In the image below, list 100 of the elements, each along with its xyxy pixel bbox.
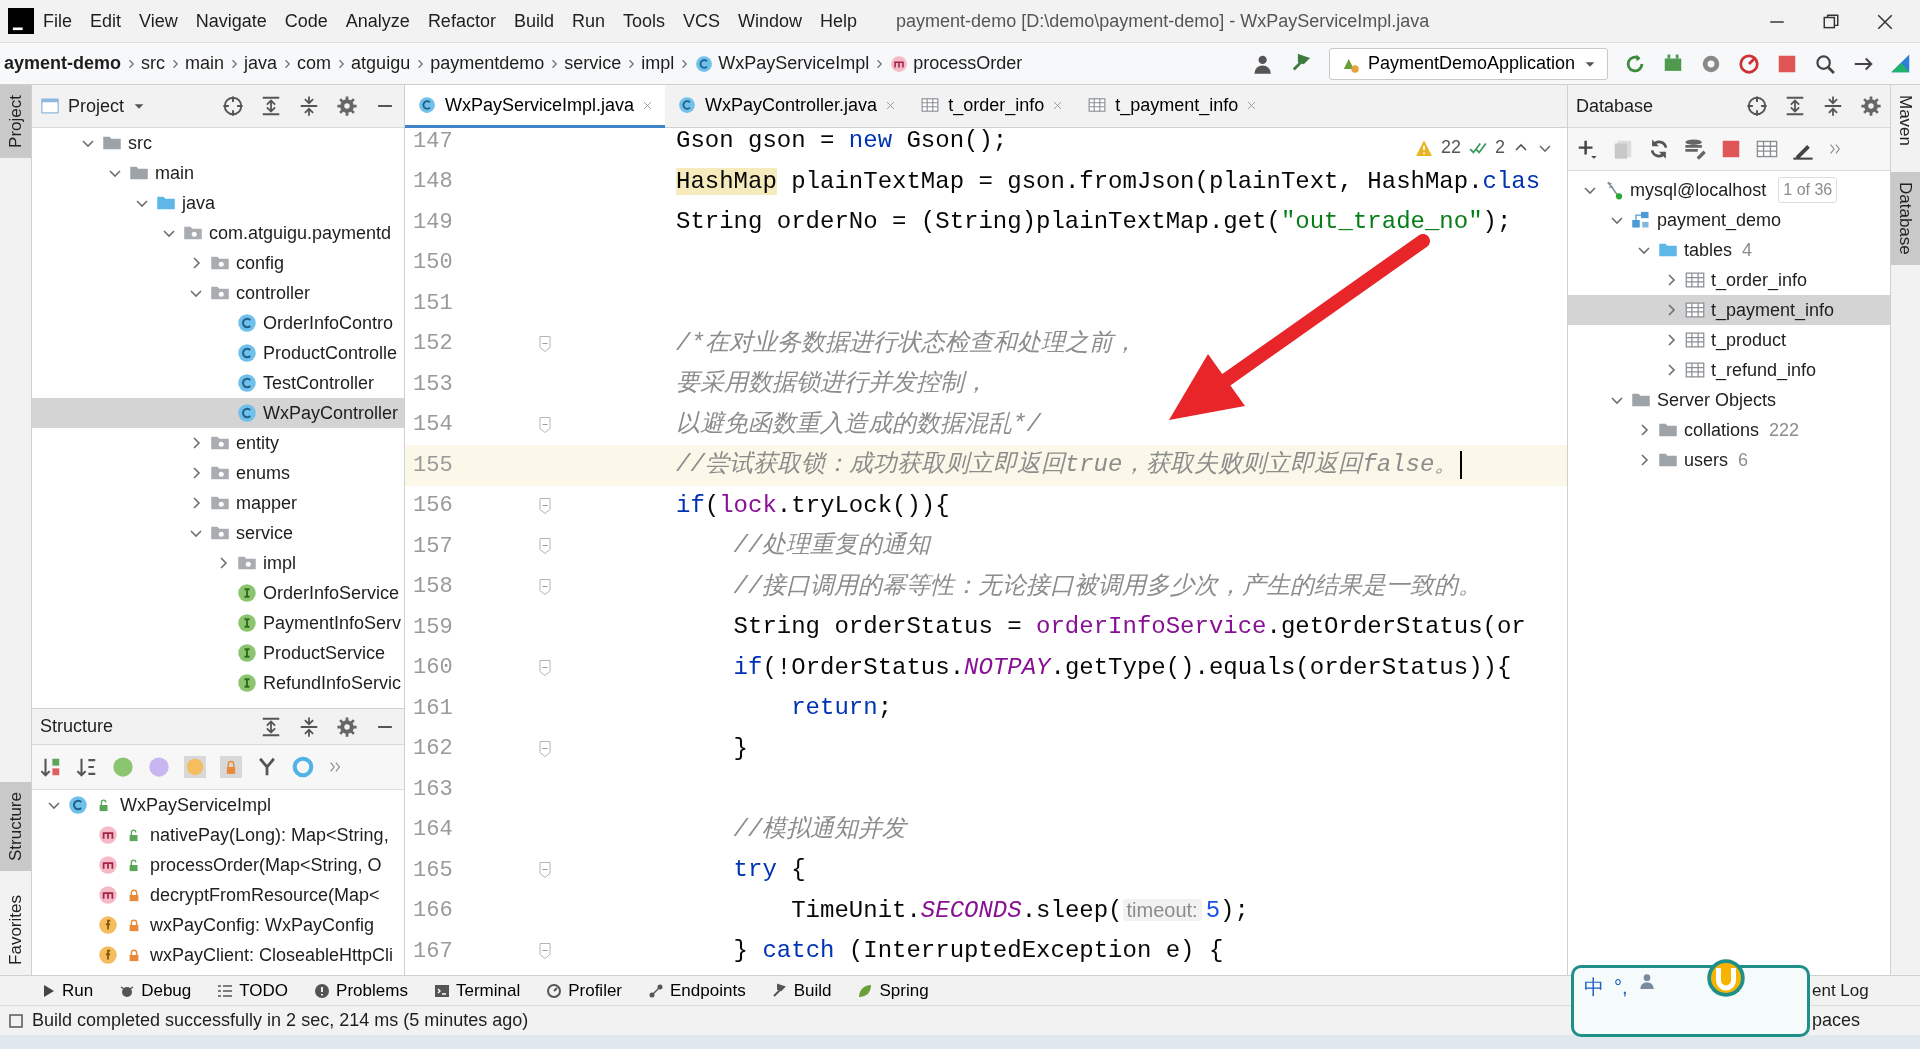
menu-item[interactable]: VCS [674, 7, 729, 35]
tree-item[interactable]: mapper [32, 488, 404, 518]
breadcrumb-item[interactable]: ayment-demo [0, 50, 126, 77]
tree-item[interactable]: controller [32, 278, 404, 308]
input-mode[interactable]: 中 [1584, 972, 1604, 1002]
tool-window-button[interactable]: Build [771, 977, 832, 1004]
tree-item[interactable]: Server Objects [1568, 385, 1890, 415]
tree-item[interactable]: users 6 [1568, 445, 1890, 475]
app-logo-icon[interactable] [8, 8, 34, 34]
close-icon[interactable] [1876, 12, 1894, 31]
tree-item[interactable]: entity [32, 428, 404, 458]
menu-item[interactable]: Help [811, 7, 867, 35]
refresh-icon[interactable] [1648, 138, 1670, 160]
tree-item[interactable]: java [32, 188, 404, 218]
tree-item[interactable]: TestController [32, 368, 404, 398]
breadcrumb-item[interactable]: src [137, 50, 170, 77]
ime-logo-icon[interactable] [1705, 958, 1746, 998]
editor-tab[interactable]: WxPayServiceImpl.java [405, 85, 666, 128]
breadcrumb-item[interactable]: main [181, 50, 229, 77]
tree-item[interactable]: wxPayClient: CloseableHttpCli [32, 940, 404, 970]
breadcrumb-item[interactable]: com [293, 50, 336, 77]
tool-window-tab[interactable]: Database [1891, 172, 1920, 265]
tool-window-button[interactable]: Profiler [546, 977, 623, 1004]
editor-tab[interactable]: t_order_info [908, 85, 1076, 128]
tool-window-tab[interactable]: Favorites [0, 885, 31, 975]
panel-dropdown[interactable]: Project [40, 92, 147, 120]
tree-item[interactable]: nativePay(Long): Map<String, [32, 820, 404, 850]
sort-alphabetically-icon[interactable] [76, 756, 98, 778]
status-toggle-icon[interactable] [8, 1012, 24, 1029]
settings-icon[interactable] [336, 95, 358, 117]
menu-item[interactable]: Analyze [336, 7, 419, 35]
tree-item[interactable]: t_order_info [1568, 265, 1890, 295]
breadcrumb-item[interactable]: service [560, 50, 626, 77]
locate-icon[interactable] [1746, 95, 1768, 117]
table-view-icon[interactable] [1756, 138, 1778, 160]
tree-item[interactable]: tables 4 [1568, 235, 1890, 265]
breadcrumb-item[interactable]: WxPayServiceImpl [690, 50, 874, 77]
tree-item[interactable]: mysql@localhost 1 of 36 [1568, 175, 1890, 205]
editor-tab[interactable]: t_payment_info [1075, 85, 1270, 128]
tree-item[interactable]: t_refund_info [1568, 355, 1890, 385]
punctuation-mode[interactable]: °, [1614, 972, 1628, 1002]
settings-icon[interactable] [1860, 95, 1882, 117]
menu-item[interactable]: Tools [613, 7, 674, 35]
menu-item[interactable]: Code [275, 7, 337, 35]
tool-window-button[interactable]: Spring [857, 977, 929, 1004]
run-configuration-dropdown[interactable]: PaymentDemoApplication [1328, 47, 1608, 80]
more-icon[interactable] [1828, 142, 1842, 156]
tree-item[interactable]: WxPayController [32, 398, 404, 428]
tree-item[interactable]: config [32, 248, 404, 278]
tool-window-tab[interactable]: Project [0, 85, 31, 158]
tree-item[interactable]: PaymentInfoServ [32, 608, 404, 638]
restore-icon[interactable] [1822, 12, 1840, 31]
tree-item[interactable]: collations 222 [1568, 415, 1890, 445]
collapse-all-icon[interactable] [298, 95, 320, 117]
tool-window-tab[interactable]: Structure [0, 782, 31, 872]
tool-window-button[interactable]: Endpoints [648, 977, 746, 1004]
tool-window-button[interactable]: Debug [119, 977, 192, 1004]
tree-item[interactable]: impl [32, 548, 404, 578]
menu-item[interactable]: Run [562, 7, 614, 35]
tree-item[interactable]: payment_demo [1568, 205, 1890, 235]
status-widget[interactable]: paces [1812, 1007, 1861, 1034]
tree-item[interactable]: RefundInfoServic [32, 668, 404, 698]
locate-icon[interactable] [222, 95, 244, 117]
sort-visibility-icon[interactable] [40, 756, 62, 778]
menu-item[interactable]: Navigate [186, 7, 276, 35]
rerun-icon[interactable] [1624, 52, 1646, 75]
search-icon[interactable] [1814, 52, 1836, 75]
user-icon[interactable] [1637, 972, 1656, 990]
breadcrumb-item[interactable]: impl [637, 50, 679, 77]
tree-item[interactable]: t_product [1568, 325, 1890, 355]
menu-item[interactable]: Window [729, 7, 812, 35]
fields-icon[interactable] [184, 756, 206, 778]
tree-item[interactable]: enums [32, 458, 404, 488]
expand-all-icon[interactable] [260, 95, 282, 117]
tree-item[interactable]: main [32, 158, 404, 188]
collapse-all-icon[interactable] [298, 715, 320, 738]
more-icon[interactable] [328, 760, 342, 774]
db-tools-icon[interactable] [1684, 138, 1706, 160]
breadcrumb-item[interactable]: atguigu [347, 50, 415, 77]
menu-item[interactable]: Refactor [418, 7, 505, 35]
tool-window-button[interactable]: Terminal [433, 977, 521, 1004]
tool-window-button[interactable]: ent Log [1812, 977, 1869, 1004]
tool-window-button[interactable]: Problems [314, 977, 408, 1004]
tree-item[interactable]: processOrder(Map<String, O [32, 850, 404, 880]
breadcrumb-item[interactable]: processOrder [885, 50, 1027, 77]
add-icon[interactable] [1576, 138, 1598, 160]
expand-all-icon[interactable] [260, 715, 282, 738]
tree-item[interactable]: OrderInfoService [32, 578, 404, 608]
menu-item[interactable]: File [34, 7, 81, 35]
tree-item[interactable]: wxPayConfig: WxPayConfig [32, 910, 404, 940]
tree-item[interactable]: OrderInfoContro [32, 308, 404, 338]
editor-tab[interactable]: WxPayController.java [665, 85, 909, 128]
menu-item[interactable]: Edit [81, 7, 131, 35]
plugin-logo-icon[interactable] [1890, 52, 1912, 75]
tree-item[interactable]: com.atguigu.paymentd [32, 218, 404, 248]
tool-window-button[interactable]: TODO [217, 977, 289, 1004]
tree-item[interactable]: t_payment_info [1568, 295, 1890, 325]
settings-icon[interactable] [336, 715, 358, 738]
breadcrumb-item[interactable]: paymentdemo [426, 50, 549, 77]
profiler-icon[interactable] [1738, 52, 1760, 75]
